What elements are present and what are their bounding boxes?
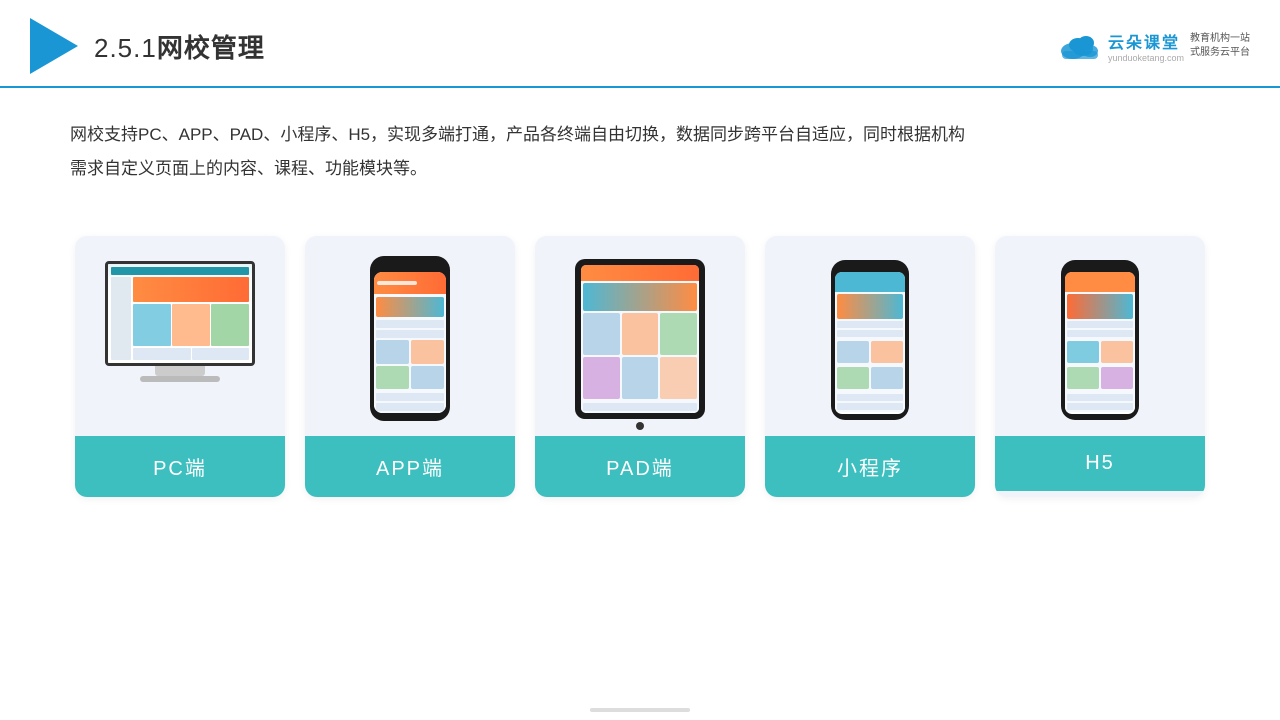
card-mini-image [765,236,975,436]
card-pad-label: PAD端 [535,436,745,497]
cloud-icon [1058,31,1102,61]
logo-cloud: 云朵课堂 yunduoketang.com 教育机构一站式服务云平台 [1058,29,1250,63]
desc-line1: 网校支持PC、APP、PAD、小程序、H5，实现多端打通，产品各终端自由切换，数… [70,118,1210,152]
logo-tagline: 教育机构一站式服务云平台 [1190,32,1250,60]
card-pc-label: PC端 [75,436,285,497]
description-text: 网校支持PC、APP、PAD、小程序、H5，实现多端打通，产品各终端自由切换，数… [0,88,1280,196]
phone-device-app [370,256,450,426]
title-text: 网校管理 [157,33,265,63]
title-number: 2.5.1 [94,33,157,63]
logo-url: yunduoketang.com [1108,53,1184,63]
logo-main: 云朵课堂 [1108,29,1184,53]
desc-line2: 需求自定义页面上的内容、课程、功能模块等。 [70,152,1210,186]
bottom-scrollbar [590,708,690,712]
phone-device-h5 [1061,260,1139,422]
play-icon [30,18,78,74]
card-mini: 小程序 [765,236,975,497]
card-pc-image [75,236,285,436]
card-h5-label: H5 [995,436,1205,491]
phone-device-mini [831,260,909,422]
card-pad-image [535,236,745,436]
card-h5: H5 [995,236,1205,497]
page-title: 2.5.1网校管理 [94,28,265,65]
card-app-image [305,236,515,436]
card-mini-label: 小程序 [765,436,975,497]
card-h5-image [995,236,1205,436]
card-app: APP端 [305,236,515,497]
header: 2.5.1网校管理 云朵课堂 yunduoketang.com 教育机构一站式服… [0,0,1280,88]
header-left: 2.5.1网校管理 [30,18,265,74]
logo-brand-text: 云朵课堂 yunduoketang.com [1108,29,1184,63]
cards-container: PC端 [0,206,1280,517]
card-pad: PAD端 [535,236,745,497]
monitor-device [95,261,265,421]
card-app-label: APP端 [305,436,515,497]
tablet-device [575,259,705,424]
logo-area: 云朵课堂 yunduoketang.com 教育机构一站式服务云平台 [1058,29,1250,63]
monitor-screen [105,261,255,366]
card-pc: PC端 [75,236,285,497]
